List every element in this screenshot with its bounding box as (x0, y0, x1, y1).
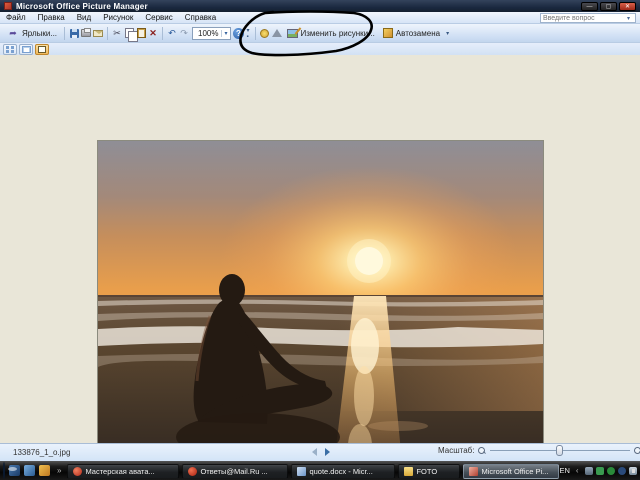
app-icon (4, 2, 12, 10)
undo-button[interactable]: ↶ (166, 27, 178, 39)
thumbnail-view-icon (6, 46, 14, 53)
previous-picture-icon[interactable] (312, 448, 317, 456)
copy-button[interactable] (123, 27, 135, 39)
ask-question-input[interactable] (541, 15, 627, 22)
tray-signal-icon[interactable] (585, 467, 593, 475)
mail-icon (93, 30, 103, 37)
menu-bar: Файл Правка Вид Рисунок Сервис Справка ▾ (0, 12, 640, 24)
zoom-control: Масштаб: (438, 446, 640, 455)
menu-edit[interactable]: Правка (32, 12, 71, 24)
menu-help[interactable]: Справка (179, 12, 222, 24)
redo-button[interactable]: ↷ (178, 27, 190, 39)
scissors-icon: ✂ (113, 27, 121, 39)
taskbar: » Мастерская авата... Ответы@Mail.Ru ...… (0, 461, 640, 480)
zoom-out-icon[interactable] (478, 447, 486, 455)
brightness-button[interactable] (259, 27, 271, 39)
word-icon (297, 467, 306, 476)
taskbar-button-picture-manager[interactable]: Microsoft Office Pi... (463, 464, 559, 479)
next-picture-icon[interactable] (325, 448, 330, 456)
single-view-icon (38, 46, 46, 53)
edit-picture-icon (287, 29, 298, 38)
help-button[interactable]: ? (233, 27, 245, 39)
tray-messenger-icon[interactable] (596, 467, 604, 475)
switch-windows-icon[interactable] (24, 465, 35, 476)
app-icon (73, 467, 82, 476)
photo-meditation-sunset[interactable] (97, 140, 544, 474)
copy-icon (125, 28, 134, 38)
save-icon (70, 29, 79, 38)
title-bar: Microsoft Office Picture Manager — ▢ ✕ (0, 0, 640, 12)
tray-expand-icon[interactable]: ‹ (576, 466, 579, 475)
quick-launch-overflow-icon[interactable]: » (57, 466, 61, 475)
undo-icon: ↶ (168, 28, 176, 39)
menu-tools[interactable]: Сервис (139, 12, 178, 24)
zoom-combobox[interactable]: 100% ▾ (192, 27, 230, 40)
launcher-icon[interactable] (39, 465, 50, 476)
cut-button[interactable]: ✂ (111, 27, 123, 39)
print-button[interactable] (80, 27, 92, 39)
folder-icon (404, 467, 413, 476)
window-title: Microsoft Office Picture Manager (16, 2, 581, 11)
paste-icon (137, 28, 146, 38)
paste-button[interactable] (135, 27, 147, 39)
chevron-down-icon[interactable]: ▾ (221, 30, 227, 37)
toolbar-overflow-icon[interactable]: ▾ (444, 30, 451, 37)
taskbar-button-foto[interactable]: FOTO (398, 464, 460, 479)
taskbar-button-masterskaya[interactable]: Мастерская авата... (67, 464, 179, 479)
zoom-slider-thumb[interactable] (556, 445, 563, 456)
app-icon (188, 467, 197, 476)
taskbar-button-otvety-mail[interactable]: Ответы@Mail.Ru ... (182, 464, 288, 479)
zoom-value: 100% (195, 29, 221, 38)
single-view-button[interactable] (35, 44, 49, 55)
redo-icon: ↷ (180, 28, 188, 39)
menu-file[interactable]: Файл (0, 12, 32, 24)
system-tray: EN ‹ 12:23 (559, 466, 640, 475)
filmstrip-view-button[interactable] (19, 44, 33, 55)
zoom-slider[interactable] (490, 450, 630, 451)
status-bar: 133876_1_o.jpg Масштаб: (0, 443, 640, 461)
menu-picture[interactable]: Рисунок (97, 12, 139, 24)
mail-button[interactable] (92, 27, 104, 39)
delete-button[interactable]: ✕ (147, 27, 159, 39)
autocorrect-icon (383, 28, 393, 38)
ask-question-box[interactable]: ▾ (540, 13, 636, 23)
minimize-button[interactable]: — (581, 2, 598, 11)
delete-x-icon: ✕ (149, 28, 157, 39)
chevron-down-icon[interactable]: ▾ (627, 15, 630, 22)
thumbnail-view-button[interactable] (3, 44, 17, 55)
printer-icon (81, 29, 91, 37)
brightness-icon (260, 29, 269, 38)
main-toolbar: ➦ Ярлыки... ✂ ✕ ↶ ↷ 100% ▾ ? ▾▪ Изменить… (0, 24, 640, 43)
shortcuts-button[interactable]: ➦ Ярлыки... (3, 26, 61, 40)
tray-status-icon[interactable] (607, 467, 615, 475)
start-button[interactable] (3, 462, 5, 479)
zoom-in-icon[interactable] (634, 447, 640, 455)
maximize-button[interactable]: ▢ (600, 2, 617, 11)
toolbar-overflow-icon[interactable]: ▾▪ (245, 27, 252, 40)
autocorrect-button[interactable]: Автозамена (379, 27, 444, 39)
edit-pictures-button[interactable]: Изменить рисунки... (283, 28, 379, 39)
current-filename: 133876_1_o.jpg (13, 448, 70, 457)
compress-pictures-button[interactable] (271, 27, 283, 39)
picture-manager-icon (469, 467, 478, 476)
menu-view[interactable]: Вид (71, 12, 97, 24)
view-switcher (0, 43, 640, 55)
photo-canvas (98, 141, 543, 473)
shortcut-icon: ➦ (7, 27, 19, 39)
filmstrip-view-icon (22, 46, 31, 53)
mountain-icon (272, 29, 282, 37)
zoom-label: Масштаб: (438, 446, 474, 455)
picture-workspace (0, 55, 640, 443)
close-button[interactable]: ✕ (619, 2, 636, 11)
help-icon: ? (233, 28, 244, 39)
save-button[interactable] (68, 27, 80, 39)
tray-app-icon[interactable] (618, 467, 626, 475)
language-indicator[interactable]: EN (559, 466, 569, 475)
taskbar-button-quote-docx[interactable]: quote.docx - Micr... (291, 464, 395, 479)
